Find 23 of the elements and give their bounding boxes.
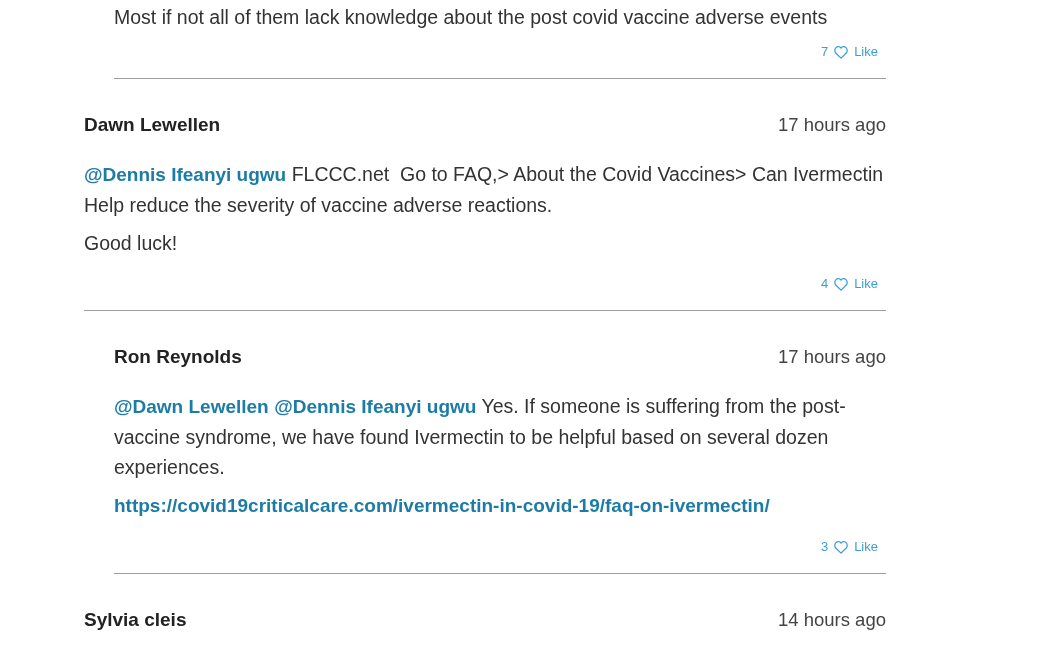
- like-button[interactable]: Like: [854, 537, 878, 557]
- comment-text: @Dennis Ifeanyi ugwu FLCCC.net Go to FAQ,> About the Covid Vaccines> Can Ivermectin Help reduce the severity of vaccine adverse reactions.: [84, 162, 885, 218]
- timestamp: 17 hours ago: [778, 113, 886, 137]
- timestamp: 17 hours ago: [778, 345, 886, 369]
- url-link[interactable]: https://covid19criticalcare.com/ivermectin-in-covid-19/faq-on-ivermectin/: [114, 495, 770, 516]
- author-name: Sylvia cleis: [84, 608, 187, 632]
- author-name: Ron Reynolds: [114, 345, 242, 369]
- comment-text: @Dawn Lewellen @Dennis Ifeanyi ugwu Yes. If someone is suffering from the post-vaccine syndrome, we have found Ivermectin to be helpful based on several dozen experiences.: [114, 394, 847, 480]
- mention-link[interactable]: @Dawn Lewellen: [114, 396, 269, 417]
- heart-icon: [834, 540, 849, 554]
- comment-text: Good luck!: [84, 231, 179, 256]
- mention-link[interactable]: @Dennis Ifeanyi ugwu: [84, 164, 287, 185]
- like-count: 3: [820, 538, 829, 556]
- heart-icon: [834, 45, 849, 59]
- timestamp: 14 hours ago: [778, 608, 886, 632]
- like-count: 4: [820, 275, 829, 293]
- like-button[interactable]: Like: [854, 42, 878, 62]
- mention-link[interactable]: @Dennis Ifeanyi ugwu: [274, 396, 477, 417]
- author-name: Dawn Lewellen: [84, 113, 221, 137]
- like-button[interactable]: Like: [854, 274, 878, 294]
- comment-text: Most if not all of them lack knowledge about the post covid vaccine adverse events: [114, 5, 829, 30]
- like-count: 7: [820, 43, 829, 61]
- heart-icon: [834, 277, 849, 291]
